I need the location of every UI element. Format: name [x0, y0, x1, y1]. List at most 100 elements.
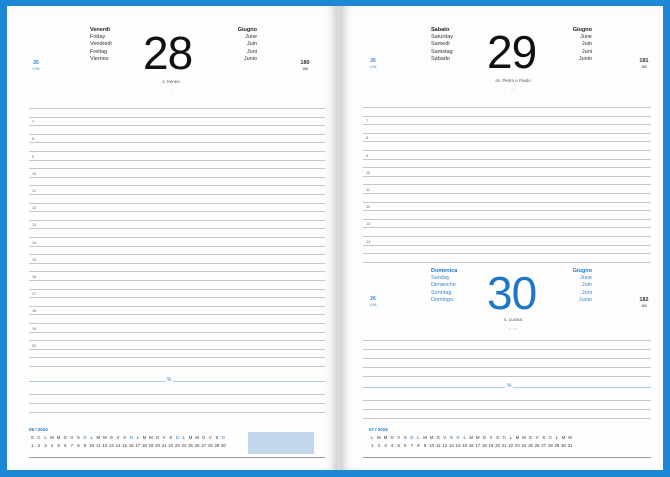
month-names: Giugno June Juin Juni Junio	[237, 27, 257, 62]
week-highlight	[248, 432, 314, 454]
calendar-cell: L	[90, 435, 93, 440]
calendar-cell: 9	[423, 443, 427, 448]
calendar-cell: 2	[377, 443, 381, 448]
saint-name: s. Ireneo	[162, 79, 180, 84]
calendar-cell: 30	[221, 443, 226, 448]
calendar-cell: 5	[57, 443, 60, 448]
ruled-line	[363, 261, 651, 263]
calendar-cell: M	[476, 435, 480, 440]
ruled-line	[29, 271, 325, 273]
hour-label: 18	[32, 309, 37, 314]
calendar-cell: S	[403, 435, 407, 440]
day-number: 28	[143, 27, 193, 79]
calendar-cell: 22	[508, 443, 514, 448]
calendar-cell: M	[103, 435, 107, 440]
ruled-line	[29, 366, 325, 367]
ruled-line	[363, 158, 651, 160]
calendar-cell: 14	[455, 443, 461, 448]
sunday-saint-name: s. Lucina	[503, 317, 522, 322]
calendar-cell: G	[390, 435, 394, 440]
day-of-year: 181 185	[639, 58, 649, 69]
ruled-line	[363, 244, 651, 246]
calendar-cell: V	[489, 435, 493, 440]
ruled-line	[29, 262, 325, 264]
calendar-cell: 10	[429, 443, 434, 448]
calendar-cell: 8	[77, 443, 80, 448]
sunday-day-number: 30	[487, 267, 537, 319]
calendar-cell: M	[429, 435, 434, 440]
hour-label: 15	[32, 257, 37, 262]
ruled-line	[29, 211, 325, 213]
calendar-cell: 16	[128, 443, 134, 448]
calendar-cell: G	[63, 435, 67, 440]
hour-label: 10	[366, 170, 371, 175]
ruled-line	[363, 253, 651, 255]
ruled-line	[29, 168, 325, 170]
ruled-line	[29, 305, 325, 307]
separator-mark: %	[165, 377, 174, 383]
calendar-cell: 22	[168, 443, 174, 448]
calendar-cell: 13	[449, 443, 454, 448]
moon-phase: ◦	[170, 88, 172, 93]
ruled-line	[29, 159, 325, 161]
day-number: 29	[487, 26, 537, 78]
calendar-cell: 17	[135, 443, 141, 448]
calendar-cell: S	[215, 435, 219, 440]
separator-line	[29, 381, 325, 382]
ruled-line	[363, 107, 651, 108]
calendar-cell: 31	[567, 443, 573, 448]
day-names: Venerdì Friday Vendredi Freitag Viernes	[90, 27, 112, 62]
moon-phase: ◦ ◦	[511, 87, 515, 92]
calendar-cell: V	[535, 435, 539, 440]
ruled-line	[29, 202, 325, 204]
calendar-cell: 12	[102, 443, 108, 448]
ruled-line	[363, 218, 651, 220]
calendar-cell: 28	[547, 443, 553, 448]
ruled-line	[29, 108, 325, 109]
calendar-dates: 1 2 3 4 5 6 7 8 9 10 11 12 13 14 15 16 17 18 19 20 21 22 23 24 2…	[29, 443, 227, 448]
ruled-line	[29, 394, 325, 395]
ruled-line	[29, 340, 325, 342]
hour-label: 14	[366, 239, 371, 244]
calendar-cell: 4	[390, 443, 394, 448]
day-of-year: 180 186	[300, 60, 310, 71]
calendar-cell: 19	[148, 443, 154, 448]
ruled-line	[363, 175, 651, 177]
ruled-line	[29, 331, 325, 333]
hour-label: 20	[32, 343, 37, 348]
ruled-line	[363, 184, 651, 186]
calendar-cell: D	[175, 435, 179, 440]
calendar-cell: D	[222, 435, 226, 440]
calendar-cell: M	[188, 435, 193, 440]
calendar-cell: 1	[31, 443, 34, 448]
hour-label: 7	[366, 119, 369, 124]
ruled-line	[363, 409, 651, 410]
calendar-cell: D	[129, 435, 133, 440]
calendar-cell: L	[136, 435, 139, 440]
calendar-cell: 4	[50, 443, 54, 448]
ruled-line	[29, 412, 325, 413]
calendar-cell: L	[463, 435, 466, 440]
calendar-cell: 17	[475, 443, 481, 448]
calendar-cell: M	[568, 435, 572, 440]
calendar-weekdays: LMMGVSDLMMGVSDLMMGVSDLMMGVSDLMM	[369, 435, 573, 440]
ruled-line	[363, 124, 651, 126]
calendar-cell: M	[149, 435, 153, 440]
calendar-cell: 27	[201, 443, 207, 448]
hour-label: 19	[32, 326, 37, 331]
day-names: Sabato Saturday Samedi Samstag Sábado	[431, 27, 454, 62]
ruled-line	[29, 245, 325, 247]
ruled-line	[363, 367, 651, 368]
calendar-cell: 12	[442, 443, 448, 448]
ruled-line	[363, 340, 651, 341]
calendar-cell: 24	[181, 443, 187, 448]
calendar-cell: S	[77, 435, 80, 440]
calendar-cell: M	[423, 435, 427, 440]
calendar-cell: 8	[417, 443, 420, 448]
calendar-cell: M	[469, 435, 473, 440]
calendar-underline	[363, 457, 651, 458]
ruled-line	[29, 297, 325, 299]
calendar-cell: 7	[410, 443, 414, 448]
calendar-cell: 23	[515, 443, 520, 448]
ruled-line	[29, 280, 325, 281]
